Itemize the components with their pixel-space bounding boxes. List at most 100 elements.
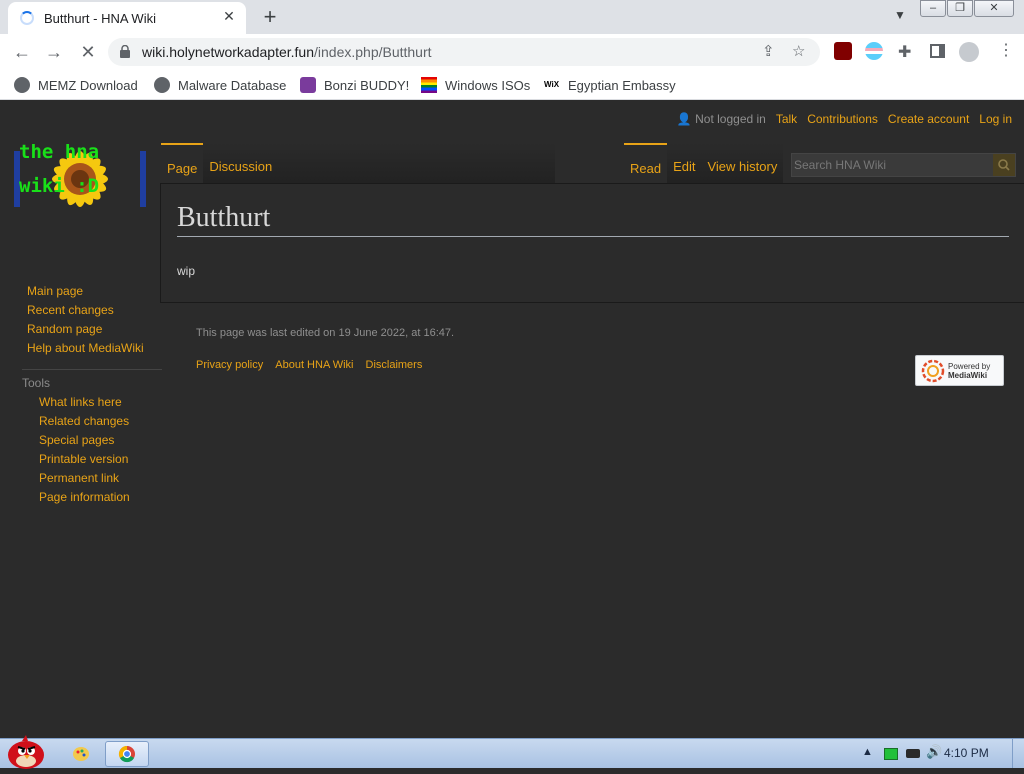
taskbar-app-chrome[interactable] (105, 741, 149, 767)
stop-loading-button[interactable]: ✕ (76, 40, 100, 64)
side-panel-icon[interactable] (930, 44, 945, 58)
menu-kebab-icon[interactable]: ⋮ (998, 40, 1014, 60)
contributions-link[interactable]: Contributions (807, 112, 878, 126)
forward-button[interactable]: → (42, 40, 66, 64)
browser-tab[interactable]: Butthurt - HNA Wiki ✕ (8, 2, 246, 34)
tab-close-icon[interactable]: ✕ (220, 8, 238, 25)
chrome-icon (118, 745, 135, 763)
volume-icon[interactable]: 🔊 (926, 744, 942, 760)
tools-heading: Tools (22, 369, 162, 390)
loading-spinner-icon (20, 11, 34, 25)
tab-page[interactable]: Page (161, 143, 204, 183)
share-icon[interactable]: ⇪ (762, 42, 775, 60)
tab-edit[interactable]: Edit (667, 143, 702, 183)
back-button[interactable]: ← (10, 40, 34, 64)
tab-discussion[interactable]: Discussion (203, 143, 556, 183)
tab-read[interactable]: Read (624, 143, 668, 183)
sidebar-item-page-information[interactable]: Page information (22, 490, 162, 504)
page-body-text: wip (177, 264, 196, 278)
taskbar-app-paint[interactable] (60, 741, 104, 767)
page-title: Butthurt (177, 202, 1009, 237)
wiki-page: 👤 Not logged in Talk Contributions Creat… (0, 101, 1024, 738)
bookmark-label: Egyptian Embassy (568, 77, 676, 93)
namespace-tabs: Page Discussion (161, 143, 556, 183)
search-input[interactable] (792, 154, 992, 176)
flag-extension-icon[interactable] (865, 42, 883, 60)
browser-toolbar: ← → ✕ wiki.holynetworkadapter.fun/index.… (0, 34, 1024, 70)
talk-link[interactable]: Talk (776, 112, 797, 126)
address-bar[interactable]: wiki.holynetworkadapter.fun/index.php/Bu… (108, 38, 820, 66)
sidebar-item-recent-changes[interactable]: Recent changes (22, 303, 162, 317)
windows-taskbar: ▲ 🔊 4:10 PM (0, 735, 1024, 769)
log-in-link[interactable]: Log in (979, 112, 1012, 126)
network-icon[interactable] (884, 748, 898, 760)
start-button[interactable] (4, 733, 48, 769)
content-area: Butthurt wip (160, 183, 1024, 303)
bookmark-label: Bonzi BUDDY! (324, 77, 410, 93)
bookmark-star-icon[interactable]: ☆ (792, 42, 805, 60)
url-host: wiki.holynetworkadapter.fun (142, 44, 314, 60)
sidebar-item-special-pages[interactable]: Special pages (22, 433, 162, 447)
user-icon: 👤 (676, 112, 692, 126)
sidebar-item-what-links-here[interactable]: What links here (22, 395, 162, 409)
lock-icon[interactable] (120, 45, 130, 58)
search-box (791, 153, 1016, 177)
last-edited-info: This page was last edited on 19 June 202… (196, 327, 455, 339)
browser-tab-strip: Butthurt - HNA Wiki ✕ + ▼ – ❐ ✕ (0, 0, 1024, 34)
tab-view-history[interactable]: View history (701, 143, 784, 183)
url-path: /index.php/Butthurt (314, 44, 432, 60)
bonzi-icon (300, 77, 316, 93)
restore-button[interactable]: ❐ (947, 0, 973, 17)
new-tab-button[interactable]: + (258, 4, 282, 30)
bookmark-item[interactable]: Bonzi BUDDY! (300, 77, 409, 93)
battery-icon[interactable] (906, 749, 920, 758)
view-tabs: Read Edit View history (624, 143, 784, 183)
show-desktop-button[interactable] (1012, 739, 1024, 768)
bookmark-label: Windows ISOs (445, 77, 531, 93)
powered-by-mediawiki-badge[interactable]: Powered by MediaWiki (915, 355, 1004, 386)
disclaimers-link[interactable]: Disclaimers (366, 359, 423, 371)
extensions-puzzle-icon[interactable]: ✚ (898, 42, 911, 62)
sidebar-item-related-changes[interactable]: Related changes (22, 414, 162, 428)
rainbow-flag-icon (421, 77, 437, 93)
tab-search-chevron-icon[interactable]: ▼ (894, 8, 906, 22)
angry-bird-start-icon (8, 735, 44, 769)
bookmark-item[interactable]: Windows ISOs (421, 77, 530, 93)
sidebar-item-printable-version[interactable]: Printable version (22, 452, 162, 466)
show-hidden-icons-icon[interactable]: ▲ (862, 746, 873, 758)
wiki-logo[interactable]: the hna wiki :D (14, 129, 146, 231)
sidebar-item-main-page[interactable]: Main page (22, 284, 162, 298)
footer-links: Privacy policy About HNA Wiki Disclaimer… (196, 359, 422, 371)
privacy-policy-link[interactable]: Privacy policy (196, 359, 263, 371)
close-window-button[interactable]: ✕ (974, 0, 1014, 17)
powered-by-line2: MediaWiki (948, 371, 988, 380)
tab-title: Butthurt - HNA Wiki (44, 11, 156, 26)
sidebar-item-random-page[interactable]: Random page (22, 322, 162, 336)
sidebar: Main page Recent changes Random page Hel… (22, 284, 162, 509)
globe-icon (154, 77, 170, 93)
url-text: wiki.holynetworkadapter.fun/index.php/Bu… (142, 44, 432, 60)
sidebar-item-help[interactable]: Help about MediaWiki (22, 341, 162, 355)
sidebar-item-permanent-link[interactable]: Permanent link (22, 471, 162, 485)
bookmark-item[interactable]: WiX Egyptian Embassy (544, 77, 676, 93)
not-logged-in-label: Not logged in (695, 112, 766, 126)
bookmark-item[interactable]: Malware Database (154, 77, 286, 93)
bookmark-label: Malware Database (178, 77, 287, 93)
window-controls: – ❐ ✕ (919, 0, 1014, 17)
search-icon (998, 159, 1010, 171)
personal-tools: 👤 Not logged in Talk Contributions Creat… (677, 112, 1012, 126)
search-button[interactable] (993, 154, 1015, 176)
about-link[interactable]: About HNA Wiki (275, 359, 353, 371)
create-account-link[interactable]: Create account (888, 112, 969, 126)
wix-icon: WiX (544, 80, 560, 89)
not-logged-in-status: 👤 Not logged in (677, 112, 766, 126)
ublock-extension-icon[interactable] (834, 42, 852, 60)
clock[interactable]: 4:10 PM (944, 746, 989, 760)
minimize-button[interactable]: – (920, 0, 946, 17)
bookmark-item[interactable]: MEMZ Download (14, 77, 138, 93)
paint-palette-icon (73, 747, 89, 761)
logo-text-line2: wiki :D (19, 175, 100, 197)
profile-avatar-icon[interactable] (959, 42, 979, 62)
powered-by-text: Powered by MediaWiki (948, 362, 990, 380)
bookmarks-bar: MEMZ Download Malware Database Bonzi BUD… (0, 70, 1024, 100)
